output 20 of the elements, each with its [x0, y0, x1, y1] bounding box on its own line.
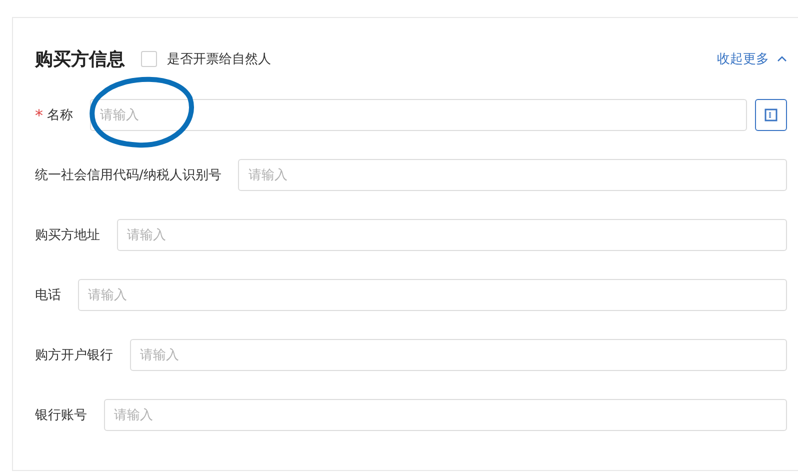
chevron-up-icon — [777, 56, 787, 62]
field-label: 电话 — [35, 287, 61, 304]
input-field[interactable]: 请输入 — [104, 399, 787, 431]
document-icon — [764, 108, 778, 122]
field-label: 购买方地址 — [35, 227, 100, 244]
lookup-button[interactable] — [755, 99, 787, 131]
checkbox-label: 是否开票给自然人 — [167, 51, 271, 68]
field-label: 统一社会信用代码/纳税人识别号 — [35, 167, 222, 184]
section-title: 购买方信息 — [35, 48, 125, 71]
collapse-link[interactable]: 收起更多 — [717, 50, 787, 68]
required-asterisk: * — [35, 106, 43, 124]
checkbox[interactable] — [141, 51, 157, 67]
input-field[interactable]: 请输入 — [130, 339, 787, 371]
field-label: 银行账号 — [35, 407, 87, 424]
input-field[interactable]: 请输入 — [90, 99, 747, 131]
field-label: 购方开户银行 — [35, 347, 113, 364]
field-label: 名称 — [47, 107, 73, 124]
input-field[interactable]: 请输入 — [238, 159, 787, 191]
input-field[interactable]: 请输入 — [78, 279, 787, 311]
input-field[interactable]: 请输入 — [117, 219, 787, 251]
